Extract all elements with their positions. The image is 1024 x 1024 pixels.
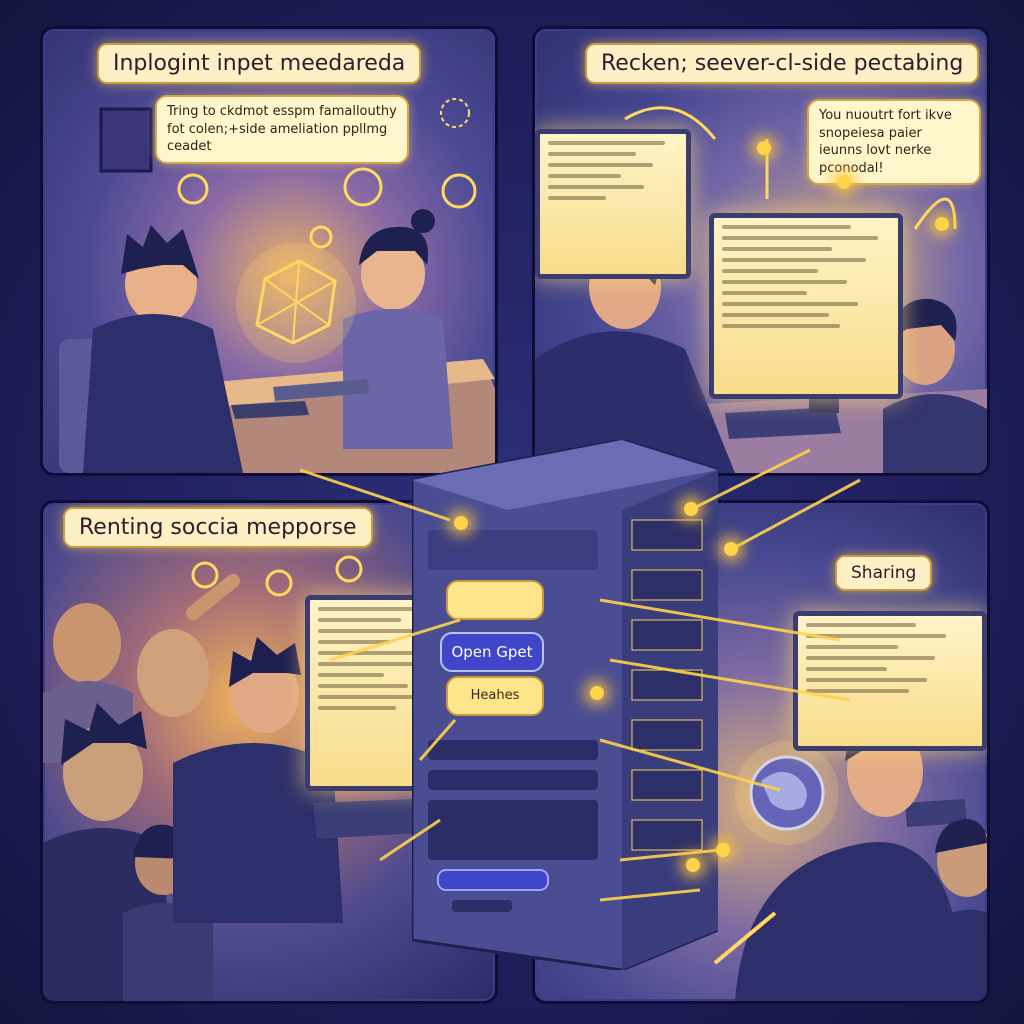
panel-top-left: Inplogint inpet meedareda Tring to ckdmo… [40, 26, 498, 476]
floating-gear-icon [441, 173, 477, 209]
monitor-screen [793, 611, 987, 751]
glow-node [454, 516, 468, 530]
open-gpet-button[interactable]: Open Gpet [440, 632, 544, 672]
floating-orb-icon [343, 167, 383, 207]
panel-top-right-bubble: You nuoutrt fort ikve snopeiesa paier ie… [807, 99, 981, 186]
server-top-button[interactable] [446, 580, 544, 620]
glow-node [724, 542, 738, 556]
server-drive-bay [437, 869, 549, 891]
panel-bottom-left-caption: Renting soccia mepporse [63, 507, 373, 548]
crowd-person-head [53, 603, 121, 683]
monitor-back-screen [535, 129, 691, 279]
glow-node [716, 843, 730, 857]
glow-node [935, 217, 949, 231]
comic-stage: Inplogint inpet meedareda Tring to ckdmo… [0, 0, 1024, 1024]
monitor-front-screen [709, 213, 903, 399]
wall-picture [99, 107, 153, 173]
floating-constellation-icon [440, 98, 470, 128]
person-right-body [343, 309, 453, 449]
floating-link-icon [309, 225, 333, 249]
person-left-body [83, 314, 243, 473]
heahes-button[interactable]: Heahes [446, 676, 544, 716]
keyboard [313, 799, 419, 839]
glow-node [684, 502, 698, 516]
bystander-body [927, 909, 987, 1001]
crowd-person-head [137, 629, 209, 717]
floating-gear-icon [191, 561, 219, 589]
floating-orb-icon [265, 569, 293, 597]
floating-hex-icon [177, 173, 209, 205]
glow-node [837, 175, 851, 189]
panel-top-right-caption: Recken; seever-cl-side pectabing [585, 43, 980, 84]
glow-node [686, 858, 700, 872]
panel-top-left-bubble: Tring to ckdmot esspm famallouthy fot co… [155, 95, 409, 164]
glow-node [590, 686, 604, 700]
panel-bottom-right-caption: Sharing [835, 555, 933, 591]
presenter-body [735, 842, 955, 1001]
server-rack-units [631, 519, 703, 851]
glow-node [757, 141, 771, 155]
person-right-bun [411, 209, 435, 233]
panel-top-left-caption: Inplogint inpet meedareda [97, 43, 422, 84]
server-logo-plate [452, 900, 512, 912]
person-b-body [883, 394, 987, 473]
floating-gear-icon [335, 555, 363, 583]
panel-top-right: Recken; seever-cl-side pectabing You nuo… [532, 26, 990, 476]
